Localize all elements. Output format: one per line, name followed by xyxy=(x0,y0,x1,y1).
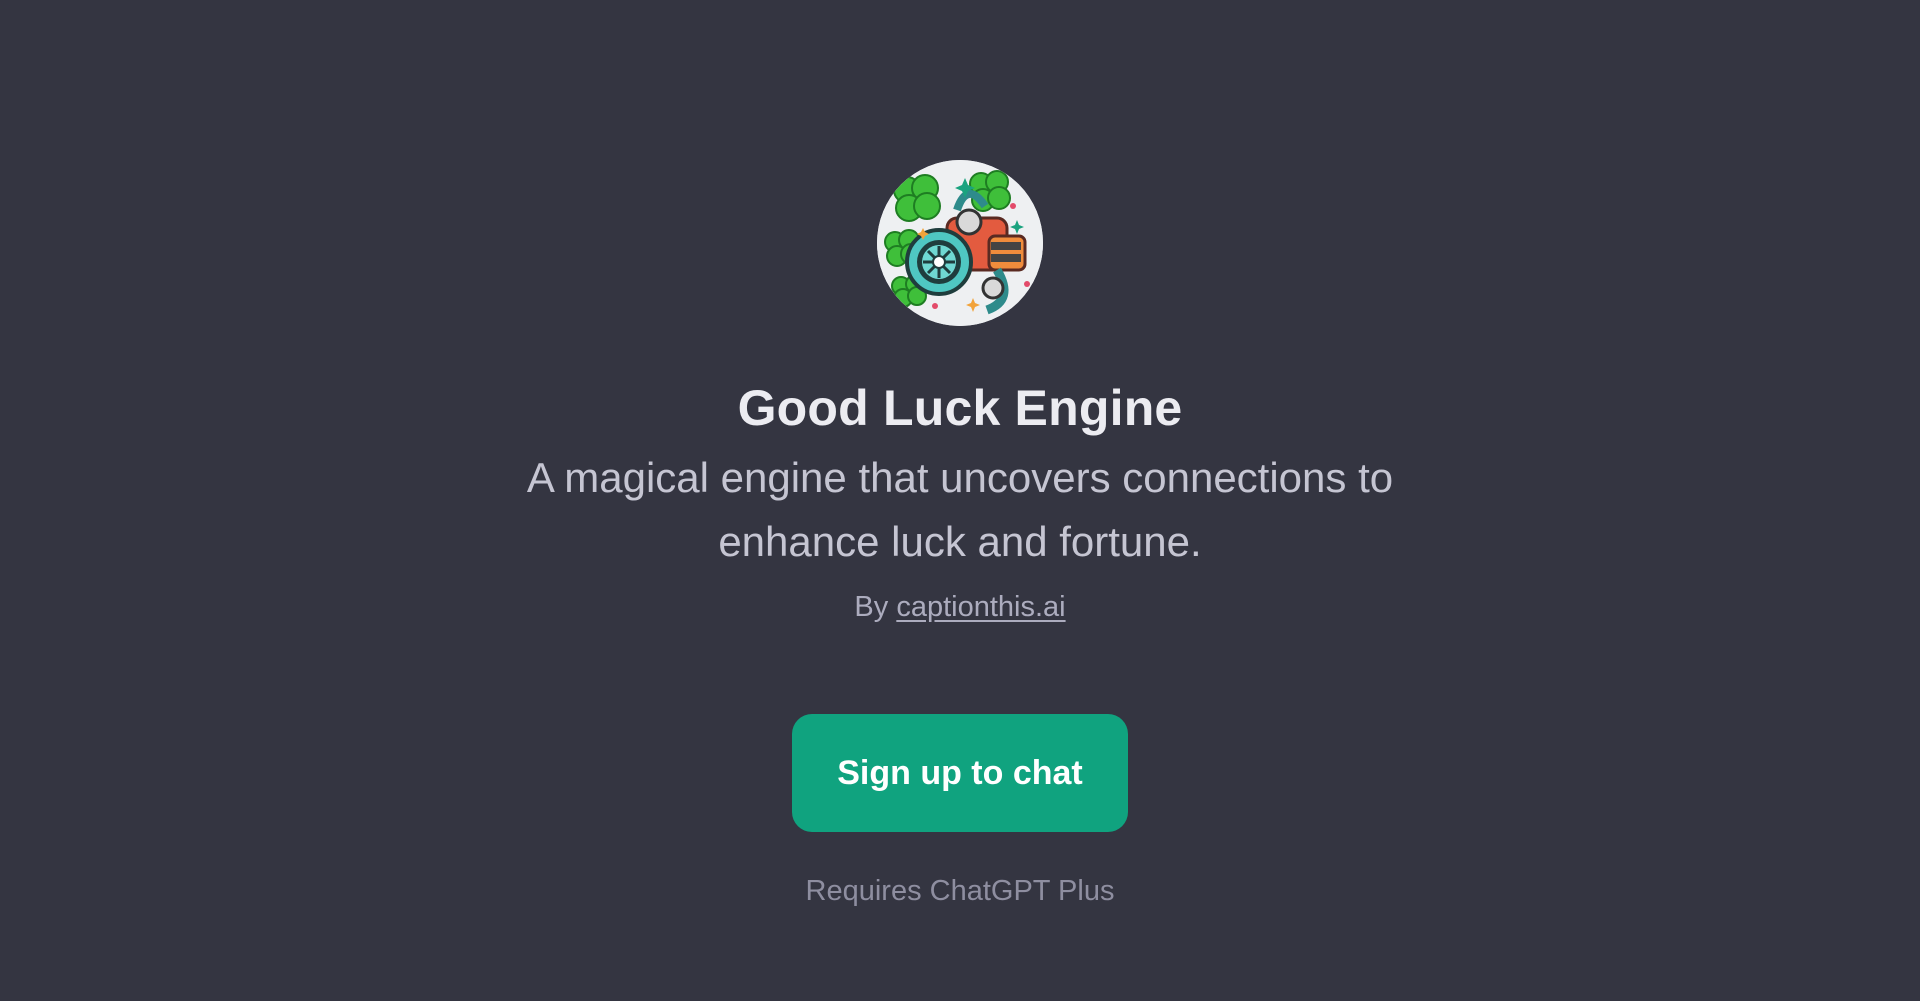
byline-prefix: By xyxy=(854,591,889,623)
gpt-description: A magical engine that uncovers connectio… xyxy=(526,454,1394,565)
author-byline: By captionthis.ai xyxy=(854,588,1065,626)
gpt-title: Good Luck Engine xyxy=(737,380,1183,436)
requirement-note: Requires ChatGPT Plus xyxy=(805,875,1115,907)
gpt-landing-page: Good Luck Engine A magical engine that u… xyxy=(0,0,1920,1001)
gpt-avatar xyxy=(877,160,1043,326)
lucky-engine-clover-icon xyxy=(877,160,1043,326)
sign-up-to-chat-button[interactable]: Sign up to chat xyxy=(792,714,1128,832)
author-link[interactable]: captionthis.ai xyxy=(896,591,1065,623)
